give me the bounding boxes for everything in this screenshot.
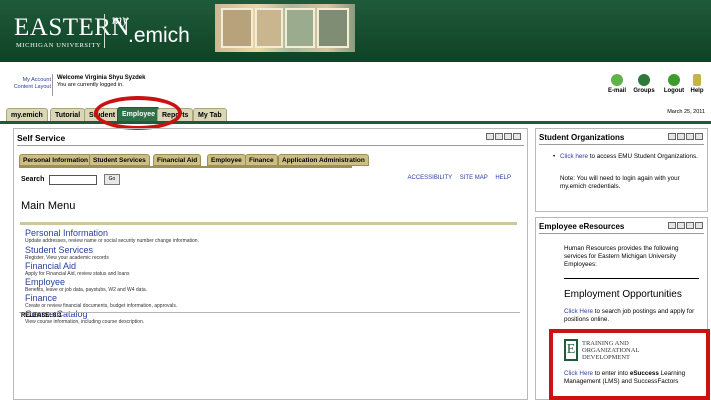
help-label: Help — [690, 88, 704, 94]
subtab-employee[interactable]: Employee — [207, 154, 246, 166]
student-orgs-note: Note: You will need to login again with … — [560, 175, 680, 190]
panel-controls — [485, 133, 521, 142]
student-organizations-panel: Student Organizations • Click here to ac… — [535, 128, 708, 212]
bullet-icon: • — [553, 153, 556, 160]
job-postings-link[interactable]: Click Here — [564, 308, 593, 315]
logo-university: MICHIGAN UNIVERSITY — [16, 42, 102, 49]
menu-item-title[interactable]: Employee — [25, 277, 147, 287]
my-account-link[interactable]: My Account — [5, 77, 51, 84]
menu-item-title[interactable]: Personal Information — [25, 228, 199, 238]
main-menu-heading: Main Menu — [21, 200, 76, 212]
menu-item-personal-information: Personal Information Update addresses, r… — [25, 228, 199, 244]
go-button[interactable]: Go — [104, 174, 120, 185]
current-date: March 25, 2011 — [667, 109, 705, 115]
panel-help-icon[interactable] — [486, 133, 494, 140]
panel-help-icon[interactable] — [668, 133, 676, 140]
tab-my-emich[interactable]: my.emich — [6, 108, 48, 121]
logo-emich: .emich — [128, 24, 190, 47]
tab-my-tab[interactable]: My Tab — [193, 108, 227, 121]
subtab-application-administration[interactable]: Application Administration — [278, 154, 369, 166]
account-links: My Account Content Layout — [5, 77, 51, 91]
help-icon — [693, 74, 701, 86]
panel-minimize-icon[interactable] — [686, 222, 694, 229]
employee-eresources-title: Employee eResources — [539, 222, 625, 231]
menu-item-title[interactable]: Financial Aid — [25, 261, 130, 271]
student-orgs-bullet: • Click here to access EMU Student Organ… — [553, 153, 700, 161]
panel-minimize-icon[interactable] — [686, 133, 694, 140]
menu-item-finance: Finance Create or review financial docum… — [25, 293, 177, 309]
panel-minimize-icon[interactable] — [504, 133, 512, 140]
menu-item-employee: Employee Benefits, leave or job data, pa… — [25, 277, 147, 293]
search-bar: Search Go — [21, 174, 120, 185]
search-input[interactable] — [49, 175, 97, 185]
top-icon-bar: E-mail Groups Logout Help — [606, 74, 706, 100]
help-link[interactable]: HELP — [495, 175, 511, 181]
groups-icon — [638, 74, 650, 86]
header-banner: EASTERN MICHIGAN UNIVERSITY my .emich — [0, 0, 711, 62]
menu-item-desc: Update addresses, review name or social … — [25, 238, 199, 244]
panel-close-icon[interactable] — [513, 133, 521, 140]
subtab-financial-aid[interactable]: Financial Aid — [153, 154, 202, 166]
welcome-divider — [52, 74, 53, 96]
groups-label: Groups — [633, 88, 655, 94]
panel-divider — [539, 233, 704, 234]
header-photo-collage — [215, 4, 355, 52]
menu-item-title[interactable]: Student Services — [25, 245, 109, 255]
accessibility-link[interactable]: ACCESSIBILITY — [407, 175, 452, 181]
highlight-box-annotation — [549, 329, 710, 400]
subtab-personal-information[interactable]: Personal Information — [19, 154, 93, 166]
logout-label: Logout — [663, 88, 685, 94]
panel-edit-icon[interactable] — [677, 222, 685, 229]
welcome-message: Welcome Virginia Shyu Syzdek You are cur… — [57, 75, 145, 89]
tab-tutorial[interactable]: Tutorial — [50, 108, 86, 121]
panel-edit-icon[interactable] — [495, 133, 503, 140]
menu-item-financial-aid: Financial Aid Apply for Financial Aid, r… — [25, 261, 130, 277]
self-service-title: Self Service — [17, 133, 66, 143]
logout-button[interactable]: Logout — [662, 74, 686, 94]
subtab-student-services[interactable]: Student Services — [89, 154, 150, 166]
welcome-greeting: Welcome Virginia Shyu Syzdek — [57, 75, 146, 81]
menu-item-student-services: Student Services Register, View your aca… — [25, 245, 109, 261]
logo-my: my — [112, 13, 129, 28]
release-version: RELEASE: 8.3 — [21, 313, 62, 319]
panel-divider — [539, 144, 704, 145]
menu-item-desc: View course information, including cours… — [25, 319, 145, 325]
release-divider — [19, 312, 520, 313]
help-button[interactable]: Help — [688, 74, 706, 94]
student-organizations-title: Student Organizations — [539, 133, 625, 142]
email-label: E-mail — [607, 88, 626, 94]
email-button[interactable]: E-mail — [606, 74, 628, 94]
menu-item-title[interactable]: Finance — [25, 293, 177, 303]
groups-button[interactable]: Groups — [632, 74, 656, 94]
subtab-underline — [19, 166, 352, 168]
self-service-panel: Self Service Personal Information Studen… — [13, 128, 528, 400]
subtab-finance[interactable]: Finance — [245, 154, 278, 166]
hr-intro-text: Human Resources provides the following s… — [564, 245, 679, 268]
student-orgs-link[interactable]: Click here — [560, 153, 588, 160]
employment-opportunities-heading: Employment Opportunities — [564, 289, 682, 300]
content-layout-link[interactable]: Content Layout — [5, 84, 51, 91]
student-orgs-text: to access EMU Student Organizations. — [588, 153, 698, 160]
panel-divider — [17, 145, 524, 146]
site-map-link[interactable]: SITE MAP — [460, 175, 488, 181]
panel-close-icon[interactable] — [695, 133, 703, 140]
panel-close-icon[interactable] — [695, 222, 703, 229]
logout-icon — [668, 74, 680, 86]
panel-edit-icon[interactable] — [677, 133, 685, 140]
utility-links: ACCESSIBILITY SITE MAP HELP — [401, 175, 511, 181]
panel-help-icon[interactable] — [668, 222, 676, 229]
employment-opportunities-text: Click Here to search job postings and ap… — [564, 308, 702, 324]
search-label: Search — [21, 176, 45, 183]
panel-controls — [667, 222, 703, 231]
hr-divider — [564, 278, 699, 279]
highlight-oval-annotation — [94, 96, 182, 130]
login-status: You are currently logged in. — [57, 82, 124, 88]
main-menu-rule — [20, 222, 517, 225]
welcome-strip: My Account Content Layout Welcome Virgin… — [0, 70, 711, 100]
panel-controls — [667, 133, 703, 142]
logo-divider — [104, 14, 105, 48]
email-icon — [611, 74, 623, 86]
